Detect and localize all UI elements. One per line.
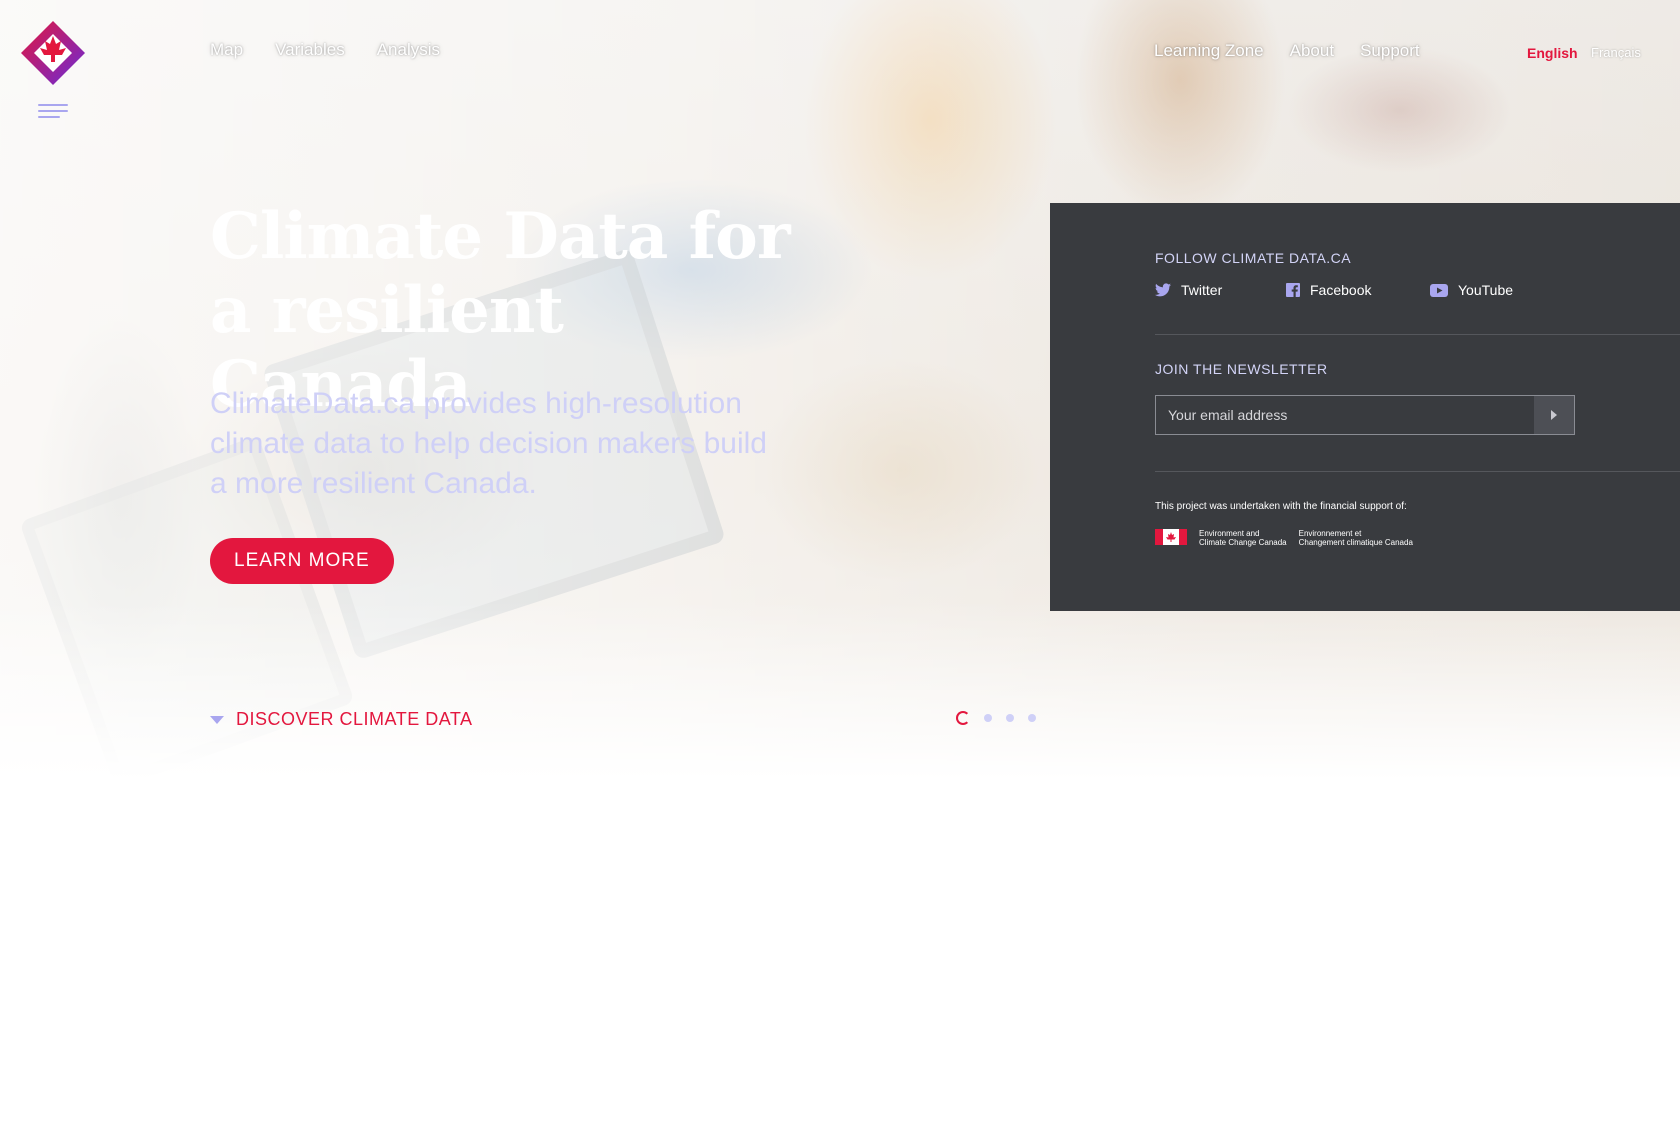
nav-map[interactable]: Map	[210, 40, 243, 60]
slide-dot-1[interactable]	[956, 711, 970, 725]
hamburger-menu-icon[interactable]	[38, 104, 68, 120]
slide-indicator	[956, 711, 1036, 725]
hero-subtitle: ClimateData.ca provides high-resolution …	[210, 387, 767, 500]
newsletter-form	[1155, 395, 1575, 435]
discover-label: DISCOVER CLIMATE DATA	[236, 709, 473, 729]
twitter-link[interactable]: Twitter	[1155, 282, 1222, 298]
funding-text: This project was undertaken with the fin…	[1155, 501, 1407, 512]
facebook-icon	[1286, 283, 1300, 297]
slide-dot-3[interactable]	[1006, 714, 1014, 722]
language-french[interactable]: Français	[1591, 45, 1641, 60]
youtube-label: YouTube	[1458, 282, 1514, 298]
newsletter-title: JOIN THE NEWSLETTER	[1155, 361, 1328, 377]
facebook-link[interactable]: Facebook	[1286, 282, 1371, 298]
climatedata-logo[interactable]	[20, 20, 86, 86]
youtube-link[interactable]: YouTube	[1430, 282, 1513, 298]
social-newsletter-panel: FOLLOW CLIMATE DATA.CA Twitter Facebook …	[1050, 203, 1680, 611]
main-nav: Map Variables Analysis	[210, 40, 440, 60]
wordmark-english: Environment and Climate Change Canada	[1199, 529, 1287, 547]
wordmark-french: Environnement et Changement climatique C…	[1298, 529, 1413, 547]
panel-divider	[1155, 471, 1680, 472]
twitter-label: Twitter	[1181, 282, 1223, 298]
nav-about[interactable]: About	[1290, 41, 1334, 61]
follow-title: FOLLOW CLIMATE DATA.CA	[1155, 250, 1352, 266]
nav-learning-zone[interactable]: Learning Zone	[1154, 41, 1264, 61]
arrow-right-icon	[1551, 410, 1557, 420]
language-english[interactable]: English	[1527, 45, 1578, 61]
slide-dot-4[interactable]	[1028, 714, 1036, 722]
nav-variables[interactable]: Variables	[275, 40, 345, 60]
newsletter-email-input[interactable]	[1156, 396, 1534, 434]
secondary-nav: Learning Zone About Support	[1154, 41, 1420, 61]
discover-climate-data-link[interactable]: DISCOVER CLIMATE DATA	[210, 709, 473, 730]
twitter-icon	[1155, 283, 1171, 297]
nav-support[interactable]: Support	[1360, 41, 1420, 61]
caret-down-icon	[210, 715, 224, 724]
panel-divider	[1155, 334, 1680, 335]
nav-analysis[interactable]: Analysis	[377, 40, 440, 60]
eccc-wordmark: Environment and Climate Change Canada En…	[1155, 529, 1413, 547]
youtube-icon	[1430, 283, 1448, 297]
slide-dot-2[interactable]	[984, 714, 992, 722]
canada-flag-icon	[1155, 529, 1187, 545]
newsletter-submit-button[interactable]	[1534, 396, 1574, 434]
learn-more-button[interactable]: LEARN MORE	[210, 538, 394, 584]
facebook-label: Facebook	[1310, 282, 1372, 298]
